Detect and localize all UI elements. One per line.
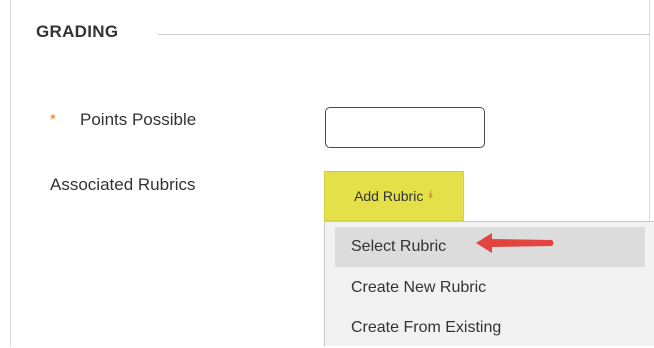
associated-rubrics-label: Associated Rubrics [50,175,196,194]
section-divider [158,34,650,35]
points-possible-input[interactable] [325,107,485,148]
add-rubric-button[interactable]: Add Rubric ⯯ [324,171,464,221]
add-rubric-label: Add Rubric [354,188,424,204]
menu-item-create-from-existing[interactable]: Create From Existing [335,308,645,348]
points-possible-label: Points Possible [80,110,197,129]
arrow-annotation-icon [476,233,554,253]
required-indicator: * [50,111,56,128]
section-title: GRADING [36,22,119,41]
double-chevron-down-icon: ⯯ [427,188,434,201]
menu-item-create-new-rubric[interactable]: Create New Rubric [335,268,645,308]
